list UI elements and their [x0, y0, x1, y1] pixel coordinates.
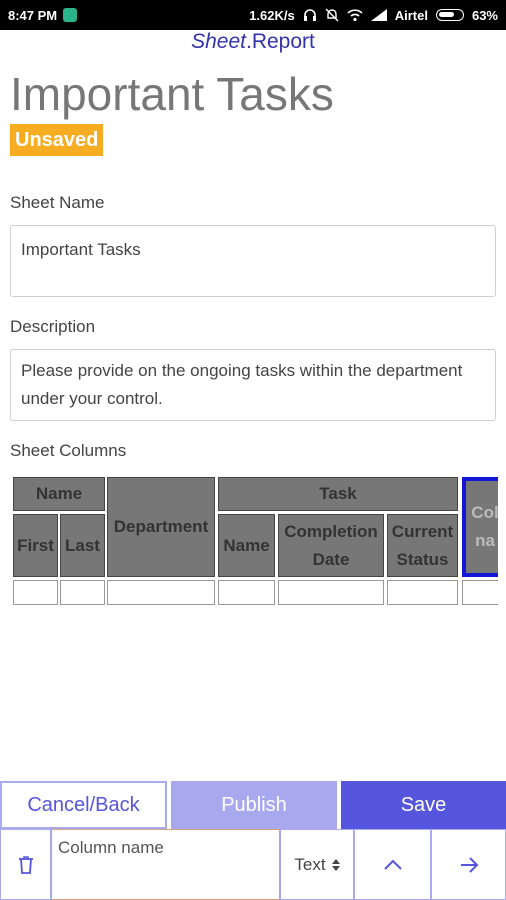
- column-name-input[interactable]: [58, 838, 273, 858]
- description-field[interactable]: Please provide on the ongoing tasks with…: [10, 349, 496, 421]
- selected-column-label: Col na: [471, 503, 498, 550]
- column-header-current-status[interactable]: Current Status: [387, 514, 458, 577]
- description-label: Description: [10, 317, 96, 336]
- cell-input-department[interactable]: [107, 580, 215, 605]
- wifi-icon: [347, 9, 363, 22]
- cell-input-last[interactable]: [60, 580, 105, 605]
- app-notification-icon: [63, 8, 78, 22]
- arrow-right-icon: [460, 856, 478, 873]
- column-header-department[interactable]: Department: [107, 477, 215, 577]
- cell-input-selected[interactable]: [462, 580, 498, 605]
- cancel-back-button[interactable]: Cancel/Back: [0, 781, 167, 829]
- sheet-name-value: Important Tasks: [21, 240, 141, 259]
- headphones-icon: [303, 9, 316, 21]
- battery-icon: [435, 9, 464, 21]
- mute-bell-icon: [325, 8, 339, 22]
- brand-part-2: .Report: [246, 30, 315, 53]
- status-time: 8:47 PM: [8, 7, 58, 23]
- column-type-select[interactable]: Text: [280, 829, 354, 900]
- column-name-field[interactable]: [51, 829, 280, 900]
- sheet-columns-label: Sheet Columns: [10, 441, 127, 460]
- page-title: Important Tasks: [10, 68, 334, 120]
- action-bar: Cancel/Back Publish Save: [0, 781, 506, 829]
- move-up-button[interactable]: [354, 829, 431, 900]
- column-header-completion-date[interactable]: Completion Date: [278, 514, 384, 577]
- status-badge: Unsaved: [10, 124, 104, 156]
- select-arrows-icon: [331, 858, 340, 871]
- column-header-first[interactable]: First: [13, 514, 58, 577]
- column-header-last[interactable]: Last: [60, 514, 105, 577]
- column-header-task-name[interactable]: Name: [218, 514, 275, 577]
- description-value: Please provide on the ongoing tasks with…: [21, 361, 463, 408]
- publish-button[interactable]: Publish: [171, 781, 337, 829]
- next-column-button[interactable]: [431, 829, 506, 900]
- cell-input-current-status[interactable]: [387, 580, 458, 605]
- sheet-columns-grid: Name Department Task Col na First Last N…: [10, 474, 498, 609]
- network-speed: 1.62K/s: [249, 7, 295, 23]
- column-type-value: Text: [294, 854, 326, 874]
- carrier-name: Airtel: [394, 7, 428, 23]
- cell-input-task-name[interactable]: [218, 580, 275, 605]
- group-header-name[interactable]: Name: [13, 477, 105, 511]
- trash-icon: [18, 855, 33, 874]
- battery-level: 63%: [471, 7, 498, 23]
- brand-part-1: Sheet: [191, 30, 246, 53]
- column-editor: Text: [0, 829, 506, 900]
- chevron-up-icon: [383, 859, 402, 870]
- sheet-name-label: Sheet Name: [10, 193, 105, 212]
- app-brand: Sheet.Report: [0, 30, 506, 54]
- cell-input-completion-date[interactable]: [278, 580, 384, 605]
- cell-input-first[interactable]: [13, 580, 58, 605]
- save-button[interactable]: Save: [341, 781, 506, 829]
- column-header-selected[interactable]: Col na: [462, 477, 498, 577]
- sheet-name-field[interactable]: Important Tasks: [10, 225, 496, 297]
- status-bar: 8:47 PM 1.62K/s Airtel 63%: [0, 0, 506, 30]
- group-header-task[interactable]: Task: [218, 477, 458, 511]
- signal-icon: [370, 9, 387, 21]
- delete-column-button[interactable]: [0, 829, 51, 900]
